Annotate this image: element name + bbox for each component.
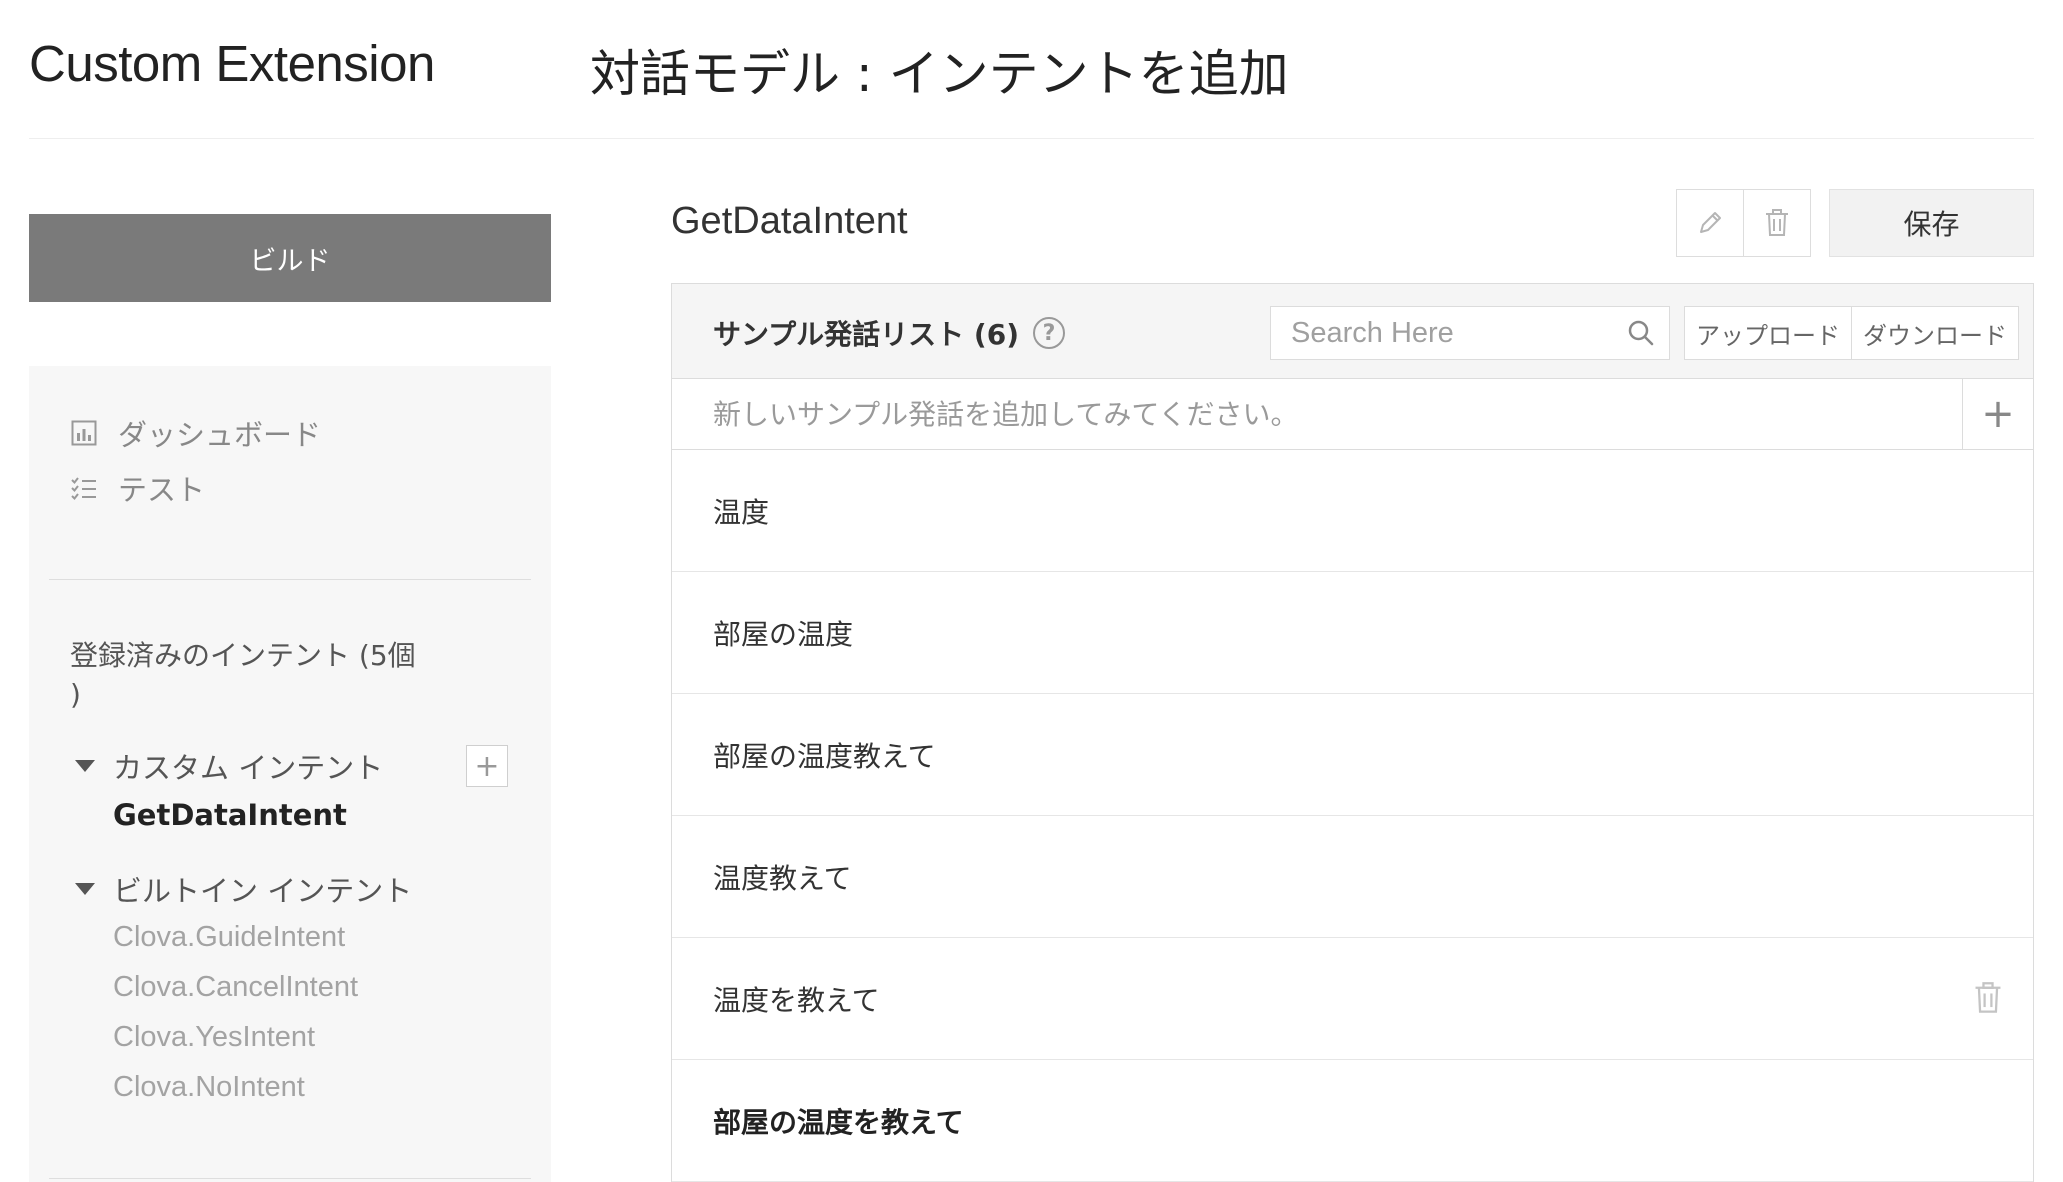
pencil-icon <box>1700 212 1721 233</box>
add-custom-intent-button[interactable]: + <box>466 745 508 787</box>
intent-item-getdataintent[interactable]: GetDataIntent <box>113 795 347 835</box>
sidebar-divider <box>49 1178 531 1179</box>
build-button[interactable]: ビルド <box>29 214 551 302</box>
page-title: 対話モデル : インテントを追加 <box>590 45 1289 103</box>
add-utterance-row: + <box>672 379 2033 450</box>
sidebar-item-dashboard[interactable]: ダッシュボード <box>70 411 321 455</box>
list-title: サンプル発話リスト (6) ? <box>713 313 1065 353</box>
add-utterance-button[interactable]: + <box>1962 379 2033 449</box>
sidebar-item-label: ダッシュボード <box>118 418 322 452</box>
utterance-row[interactable]: 温度を教えて <box>672 938 2033 1060</box>
utterance-row[interactable]: 部屋の温度 <box>672 572 2033 694</box>
utterance-text: 部屋の温度 <box>713 617 854 651</box>
utterance-row[interactable]: 部屋の温度教えて <box>672 694 2033 816</box>
help-icon[interactable]: ? <box>1033 317 1065 349</box>
trash-icon <box>1766 209 1788 236</box>
sidebar-item-label: テスト <box>118 473 206 507</box>
search-box <box>1270 306 1670 360</box>
edit-intent-button[interactable] <box>1676 189 1744 257</box>
intent-name-title: GetDataIntent <box>671 200 908 242</box>
utterance-text: 温度教えて <box>713 861 852 895</box>
delete-intent-button[interactable] <box>1743 189 1811 257</box>
utterance-row[interactable]: 部屋の温度を教えて <box>672 1060 2033 1182</box>
download-button[interactable]: ダウンロード <box>1851 306 2019 360</box>
delete-utterance-trash-icon[interactable] <box>1971 981 2005 1015</box>
upload-button[interactable]: アップロード <box>1684 306 1852 360</box>
sidebar-item-test[interactable]: テスト <box>70 466 205 510</box>
search-icon[interactable] <box>1627 319 1655 347</box>
utterance-text: 温度 <box>713 495 770 529</box>
utterance-text: 温度を教えて <box>713 983 880 1017</box>
caret-down-icon <box>75 760 95 772</box>
utterance-row[interactable]: 温度 <box>672 450 2033 572</box>
intent-item-cancel[interactable]: Clova.CancelIntent <box>113 967 358 1007</box>
registered-intents-heading: 登録済みのインテント (5個 ) <box>70 639 416 711</box>
intent-item-yes[interactable]: Clova.YesIntent <box>113 1017 315 1057</box>
utterance-text: 部屋の温度教えて <box>713 739 936 773</box>
caret-down-icon <box>75 883 95 895</box>
checklist-icon <box>70 474 98 502</box>
chart-icon <box>70 419 98 447</box>
header-divider <box>29 138 2034 139</box>
utterance-row[interactable]: 温度教えて <box>672 816 2033 938</box>
save-button[interactable]: 保存 <box>1829 189 2034 257</box>
new-utterance-input[interactable] <box>672 379 1962 449</box>
sidebar-divider <box>49 579 531 580</box>
search-input[interactable] <box>1271 307 1611 359</box>
app-title: Custom Extension <box>29 35 435 92</box>
intent-item-guide[interactable]: Clova.GuideIntent <box>113 917 345 957</box>
builtin-intents-group-toggle[interactable]: ビルトイン インテント <box>75 869 412 909</box>
utterance-text: 部屋の温度を教えて <box>713 1105 964 1139</box>
intent-item-no[interactable]: Clova.NoIntent <box>113 1067 305 1107</box>
custom-intents-group-toggle[interactable]: カスタム インテント <box>75 746 383 786</box>
